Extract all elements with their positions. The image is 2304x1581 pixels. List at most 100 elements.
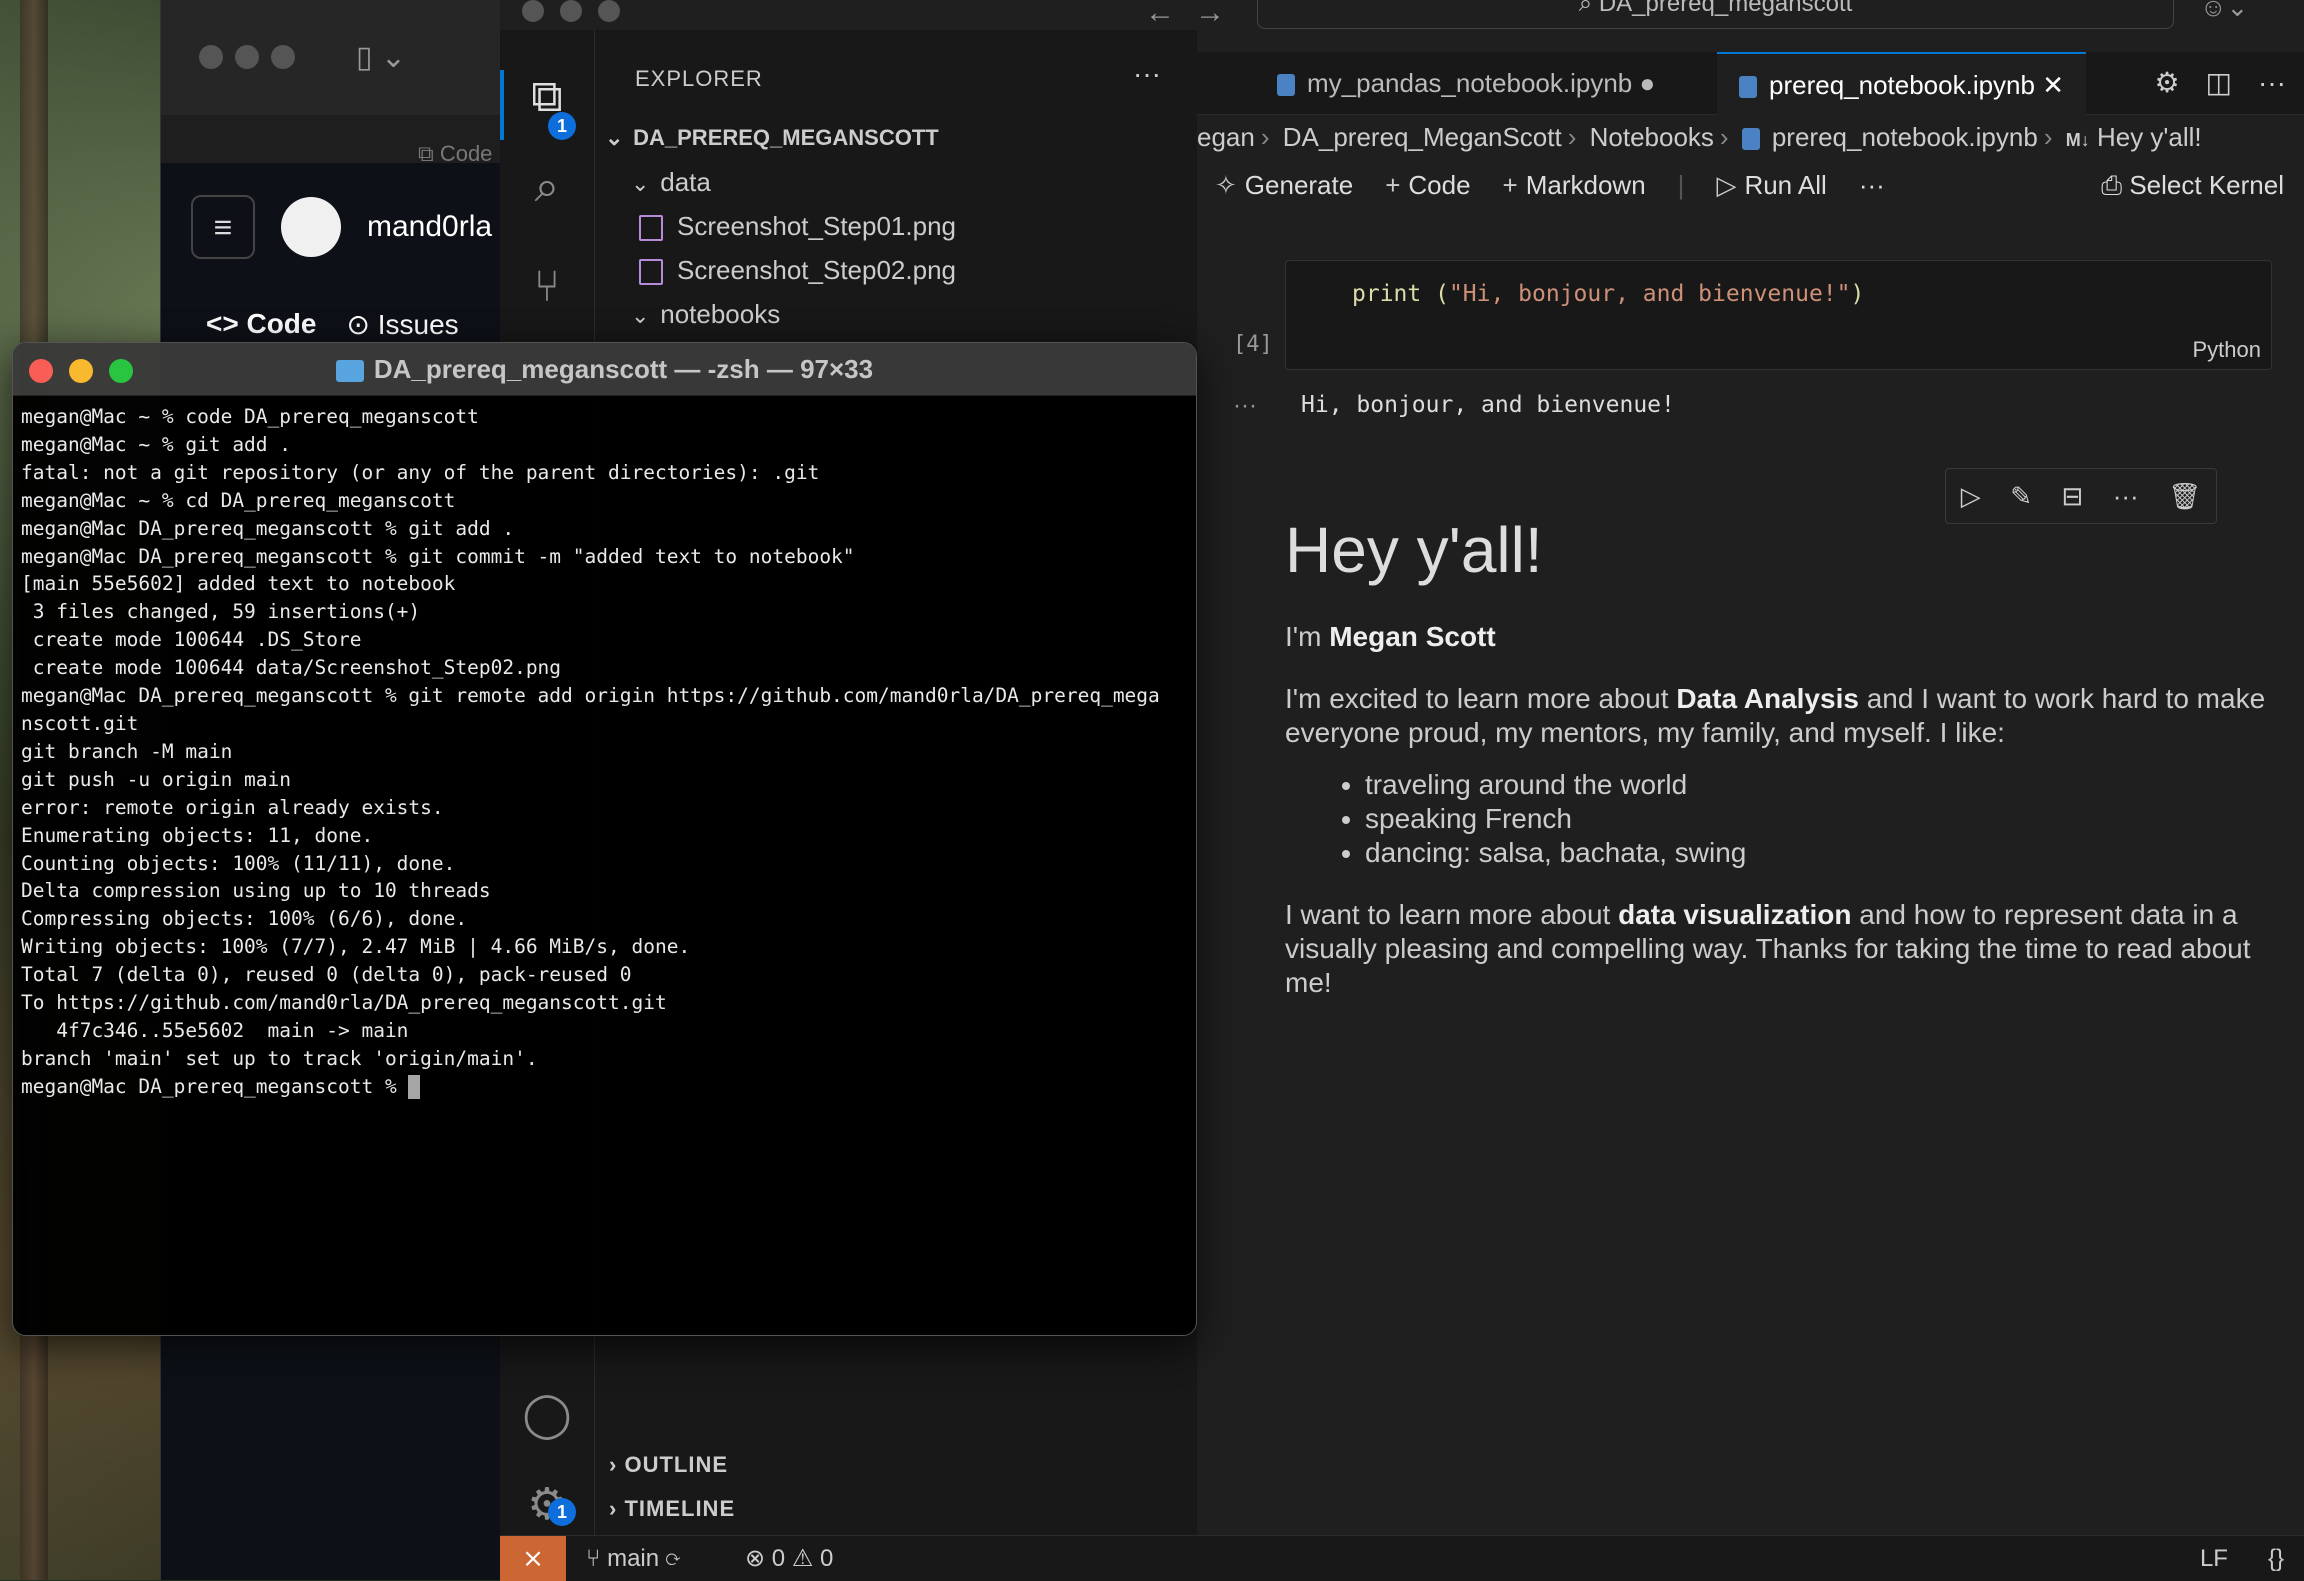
generate-button[interactable]: ✧ Generate xyxy=(1215,170,1353,201)
nav-arrows[interactable]: ←→ xyxy=(1145,0,1245,30)
tab-prereq-notebook[interactable]: prereq_notebook.ipynb ✕ xyxy=(1717,52,2087,116)
sync-icon[interactable]: ⟳ xyxy=(666,1545,680,1572)
tab-code[interactable]: <> Code xyxy=(206,308,316,341)
terminal-line: megan@Mac DA_prereq_meganscott % git com… xyxy=(21,544,855,568)
code-string: "Hi, bonjour, and bienvenue!" xyxy=(1448,281,1851,307)
more-icon[interactable]: ··· xyxy=(2258,52,2286,114)
bold-text: Data Analysis xyxy=(1676,683,1859,714)
status-bar: ⨯ ⑂ main ⟳ ⊗ 0 ⚠ 0 LF {} xyxy=(500,1535,2304,1581)
run-cell-icon[interactable]: ▷ xyxy=(1961,481,1981,512)
folder-label: notebooks xyxy=(660,299,781,329)
eol-indicator[interactable]: LF xyxy=(2200,1536,2228,1581)
chevron-right-icon: › xyxy=(609,1452,618,1477)
code-editor[interactable]: print ("Hi, bonjour, and bienvenue!") xyxy=(1352,281,1864,307)
explorer-title: EXPLORER xyxy=(635,66,763,91)
branch-indicator[interactable]: ⑂ main ⟳ xyxy=(586,1536,680,1581)
tree-root[interactable]: ⌄ DA_PREREQ_MEGANSCOTT xyxy=(595,116,1207,160)
close-icon[interactable] xyxy=(522,0,544,22)
split-cell-icon[interactable]: ⊟ xyxy=(2061,481,2083,512)
terminal-line: Compressing objects: 100% (6/6), done. xyxy=(21,907,468,931)
output-more-icon[interactable]: ··· xyxy=(1233,392,1257,420)
close-icon[interactable]: ✕ xyxy=(2042,70,2064,100)
account-icon[interactable]: ◯ xyxy=(520,1388,574,1442)
terminal-line: 4f7c346..55e5602 main -> main xyxy=(21,1018,409,1042)
more-icon[interactable]: ··· xyxy=(1859,170,1885,201)
github-logo-icon[interactable] xyxy=(281,197,341,257)
command-center-label: DA_prereq_meganscott xyxy=(1598,0,1853,17)
vscode-window-controls xyxy=(522,0,620,22)
remote-indicator-icon[interactable]: ⨯ xyxy=(500,1536,566,1581)
github-header: ≡ mand0rla xyxy=(191,195,492,259)
minimize-icon[interactable] xyxy=(235,45,259,69)
zoom-icon[interactable] xyxy=(598,0,620,22)
code-token: ) xyxy=(1850,281,1865,307)
more-icon[interactable]: ··· xyxy=(1133,58,1161,90)
markdown-cell[interactable]: Hey y'all! I'm Megan Scott I'm excited t… xyxy=(1285,510,2290,1028)
kernel-icon: ⎙ xyxy=(2101,170,2123,200)
minimize-icon[interactable] xyxy=(560,0,582,22)
text: I'm xyxy=(1285,621,1330,652)
terminal-window[interactable]: DA_prereq_meganscott — -zsh — 97×33 mega… xyxy=(12,342,1197,1336)
cell-language[interactable]: Python xyxy=(2193,337,2262,363)
sidebar-toggle-icon[interactable]: ▯ ⌄ xyxy=(356,40,406,75)
toolbar-divider: | xyxy=(1677,170,1685,200)
tree-folder-notebooks[interactable]: ⌄ notebooks xyxy=(595,292,1233,336)
breadcrumb-item[interactable]: Hey y'all! xyxy=(2097,122,2202,152)
source-control-icon[interactable]: ⑂ xyxy=(520,260,574,314)
breadcrumb-item[interactable]: prereq_notebook.ipynb xyxy=(1772,122,2038,152)
browser-tab[interactable]: ⧉ Code xyxy=(396,123,514,185)
add-code-button[interactable]: + Code xyxy=(1385,170,1470,201)
github-username[interactable]: mand0rla xyxy=(367,210,492,244)
breadcrumb-item[interactable]: egan xyxy=(1197,122,1255,152)
add-markdown-button[interactable]: + Markdown xyxy=(1503,170,1646,201)
markdown-paragraph: I'm excited to learn more about Data Ana… xyxy=(1285,682,2290,750)
breadcrumb-item[interactable]: DA_prereq_MeganScott xyxy=(1283,122,1562,152)
delete-icon[interactable]: 🗑 xyxy=(2168,481,2201,512)
run-all-label: Run All xyxy=(1744,170,1827,200)
edit-icon[interactable]: ✎ xyxy=(2010,481,2032,512)
bold-text: Megan Scott xyxy=(1329,621,1496,652)
cell-output: Hi, bonjour, and bienvenue! xyxy=(1301,392,1675,418)
terminal-line: create mode 100644 .DS_Store xyxy=(21,628,362,652)
copilot-icon[interactable]: ☺⌄ xyxy=(2200,0,2248,23)
notebook-toolbar: ✧ Generate + Code + Markdown | ▷ Run All ··· xyxy=(1215,170,1885,201)
markdown-paragraph: I'm Megan Scott xyxy=(1285,620,2290,654)
outline-section[interactable]: › OUTLINE xyxy=(595,1443,1211,1487)
notebook-icon xyxy=(1739,76,1757,99)
terminal-line: Total 7 (delta 0), reused 0 (delta 0), p… xyxy=(21,963,632,987)
gear-icon[interactable]: ⚙ xyxy=(2154,52,2179,114)
terminal-output[interactable]: megan@Mac ~ % code DA_prereq_meganscott m… xyxy=(21,403,1188,1101)
split-editor-icon[interactable]: ◫ xyxy=(2206,52,2232,114)
search-icon[interactable]: ⌕ xyxy=(520,160,574,214)
plus-icon: + xyxy=(1385,170,1401,200)
terminal-line: Writing objects: 100% (7/7), 2.47 MiB | … xyxy=(21,935,691,959)
more-icon[interactable]: ··· xyxy=(2113,481,2139,512)
unsaved-dot-icon[interactable]: ● xyxy=(1639,68,1655,98)
close-icon[interactable] xyxy=(199,45,223,69)
vscode-titlebar: ←→ ⌕ DA_prereq_meganscott ☺⌄ xyxy=(500,0,2304,30)
tab-issues[interactable]: ⊙ Issues xyxy=(346,308,458,341)
cell-toolbar: ▷ ✎ ⊟ ··· 🗑 xyxy=(1945,468,2217,524)
language-mode-icon[interactable]: {} xyxy=(2268,1536,2284,1581)
zoom-icon[interactable] xyxy=(271,45,295,69)
error-icon: ⊗ xyxy=(745,1545,766,1572)
command-center-search[interactable]: ⌕ DA_prereq_meganscott xyxy=(1257,0,2174,29)
timeline-section[interactable]: › TIMELINE xyxy=(595,1487,1211,1531)
menu-icon[interactable]: ≡ xyxy=(191,195,255,259)
tree-file[interactable]: Screenshot_Step02.png xyxy=(595,248,1241,292)
problems-indicator[interactable]: ⊗ 0 ⚠ 0 xyxy=(745,1536,833,1581)
tab-my-pandas-notebook[interactable]: my_pandas_notebook.ipynb ● xyxy=(1255,52,1677,114)
terminal-title-label: DA_prereq_meganscott — -zsh — 97×33 xyxy=(373,354,874,384)
tab-label: prereq_notebook.ipynb xyxy=(1769,70,2035,100)
code-cell[interactable]: print ("Hi, bonjour, and bienvenue!") Py… xyxy=(1285,260,2272,370)
select-kernel-button[interactable]: ⎙ Select Kernel xyxy=(2101,170,2284,202)
run-all-button[interactable]: ▷ Run All xyxy=(1716,170,1826,201)
terminal-titlebar: DA_prereq_meganscott — -zsh — 97×33 xyxy=(13,343,1196,396)
tree-file[interactable]: Screenshot_Step01.png xyxy=(595,204,1241,248)
error-count: 0 xyxy=(771,1545,786,1572)
github-repo-tabs: <> Code ⊙ Issues xyxy=(206,308,459,341)
markdown-list: traveling around the world speaking Fren… xyxy=(1285,768,2290,870)
breadcrumb-item[interactable]: Notebooks xyxy=(1590,122,1714,152)
tree-folder-data[interactable]: ⌄ data xyxy=(595,160,1233,204)
text: I'm excited to learn more about xyxy=(1285,683,1677,714)
